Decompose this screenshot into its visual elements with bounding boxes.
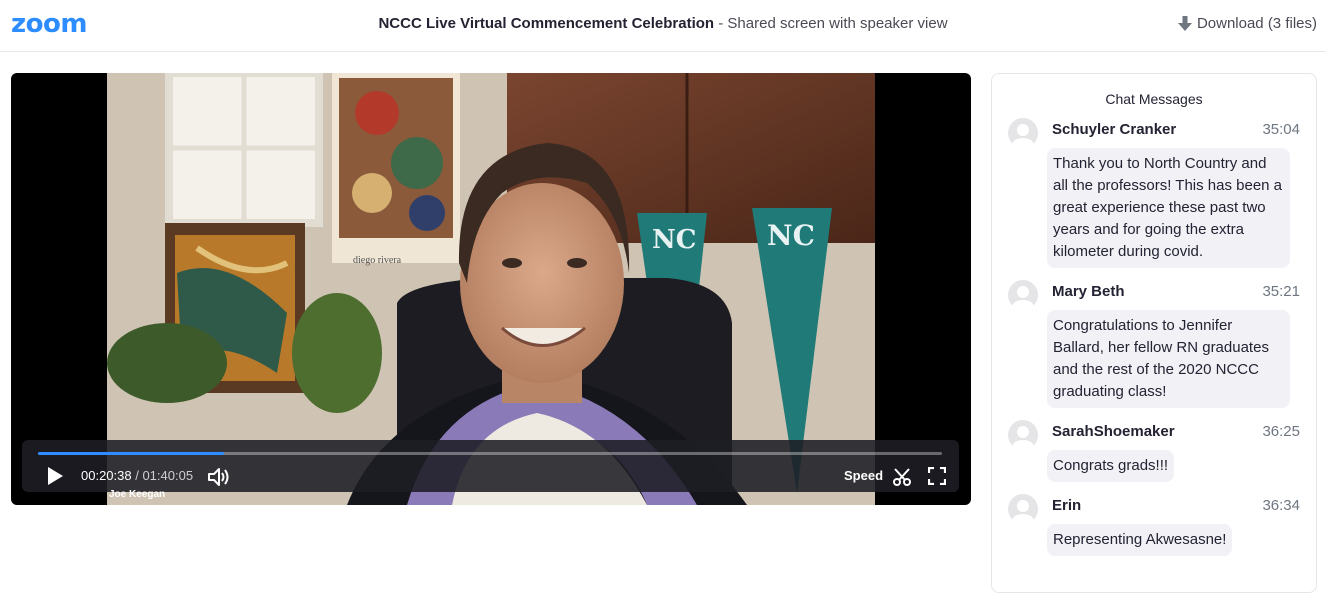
svg-text:NC: NC — [767, 219, 815, 252]
video-player[interactable]: diego rivera NC NC 00:20:38 / 01:40:05 S… — [11, 73, 971, 505]
progress-bar[interactable] — [38, 452, 942, 455]
total-time: 01:40:05 — [142, 468, 194, 483]
svg-text:diego rivera: diego rivera — [353, 255, 402, 266]
user-silhouette-icon — [1012, 286, 1034, 310]
avatar — [1008, 118, 1038, 148]
fullscreen-icon[interactable] — [928, 467, 946, 485]
message-time[interactable]: 36:25 — [1262, 422, 1300, 442]
play-icon[interactable] — [46, 466, 64, 486]
message-text: Congratulations to Jennifer Ballard, her… — [1047, 310, 1290, 408]
speaker-name-label: Joe Keegan — [109, 489, 166, 500]
time-separator: / — [131, 468, 143, 483]
message-time[interactable]: 35:04 — [1262, 120, 1300, 140]
chat-header: Chat Messages — [1105, 91, 1203, 107]
download-label: Download (3 files) — [1196, 15, 1317, 32]
message-sender: Mary Beth — [1052, 283, 1125, 300]
user-silhouette-icon — [1012, 426, 1034, 450]
avatar — [1008, 280, 1038, 310]
progress-fill — [38, 452, 225, 455]
user-silhouette-icon — [1012, 124, 1034, 148]
speed-button[interactable]: Speed — [844, 468, 883, 484]
top-bar: zoom NCCC Live Virtual Commencement Cele… — [0, 0, 1326, 52]
message-sender: SarahShoemaker — [1052, 423, 1175, 440]
download-arrow-icon — [1177, 16, 1192, 31]
download-button[interactable]: Download (3 files) — [1177, 14, 1317, 34]
recording-title: NCCC Live Virtual Commencement Celebrati… — [0, 14, 1326, 34]
volume-icon[interactable] — [207, 467, 231, 487]
avatar — [1008, 420, 1038, 450]
scissors-icon[interactable] — [892, 467, 912, 487]
message-sender: Schuyler Cranker — [1052, 121, 1177, 138]
recording-view-type: - Shared screen with speaker view — [714, 15, 948, 32]
message-text: Congrats grads!!! — [1047, 450, 1175, 482]
message-time[interactable]: 36:34 — [1262, 496, 1300, 516]
current-time: 00:20:38 — [81, 468, 132, 483]
meeting-title: NCCC Live Virtual Commencement Celebrati… — [378, 15, 715, 32]
chat-panel: Chat Messages Schuyler Cranker 35:04 Tha… — [991, 73, 1317, 593]
message-text: Representing Akwesasne! — [1047, 524, 1233, 556]
avatar — [1008, 494, 1038, 524]
time-display: 00:20:38 / 01:40:05 — [81, 468, 193, 484]
message-text: Thank you to North Country and all the p… — [1047, 148, 1290, 268]
message-sender: Erin — [1052, 497, 1082, 514]
svg-text:NC: NC — [652, 225, 696, 255]
message-time[interactable]: 35:21 — [1262, 282, 1300, 302]
player-controls: 00:20:38 / 01:40:05 Speed — [22, 440, 959, 492]
user-silhouette-icon — [1012, 500, 1034, 524]
